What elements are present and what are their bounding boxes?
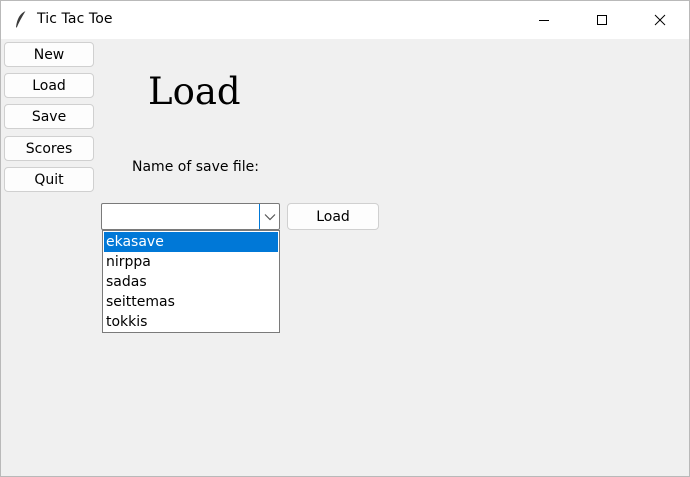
quit-button[interactable]: Quit [4, 167, 94, 192]
client-area: New Load Save Scores Quit Load Name of s… [1, 39, 689, 476]
load-button[interactable]: Load [287, 203, 379, 230]
minimize-button[interactable] [515, 1, 573, 39]
save-button[interactable]: Save [4, 104, 94, 129]
minimize-icon [539, 20, 549, 21]
maximize-button[interactable] [573, 1, 631, 39]
page-title: Load [148, 70, 241, 113]
new-button[interactable]: New [4, 42, 94, 67]
list-item[interactable]: sadas [104, 272, 278, 292]
title-bar[interactable]: Tic Tac Toe [1, 1, 689, 39]
list-item[interactable]: seittemas [104, 292, 278, 312]
window-title: Tic Tac Toe [37, 11, 113, 27]
maximize-icon [597, 15, 607, 25]
save-file-label: Name of save file: [132, 159, 259, 175]
scores-button[interactable]: Scores [4, 136, 94, 161]
list-item[interactable]: nirppa [104, 252, 278, 272]
list-item[interactable]: ekasave [104, 232, 278, 252]
save-file-dropdown-list: ekasave nirppa sadas seittemas tokkis [102, 230, 280, 333]
feather-icon [14, 10, 28, 30]
load-nav-button[interactable]: Load [4, 73, 94, 98]
close-icon [654, 14, 666, 26]
app-window: Tic Tac Toe New Load Save Scores Quit Lo… [0, 0, 690, 477]
close-button[interactable] [631, 1, 689, 39]
list-item[interactable]: tokkis [104, 312, 278, 332]
chevron-down-icon [264, 213, 275, 220]
save-file-combobox[interactable] [101, 203, 280, 230]
combo-dropdown-button[interactable] [259, 204, 279, 229]
